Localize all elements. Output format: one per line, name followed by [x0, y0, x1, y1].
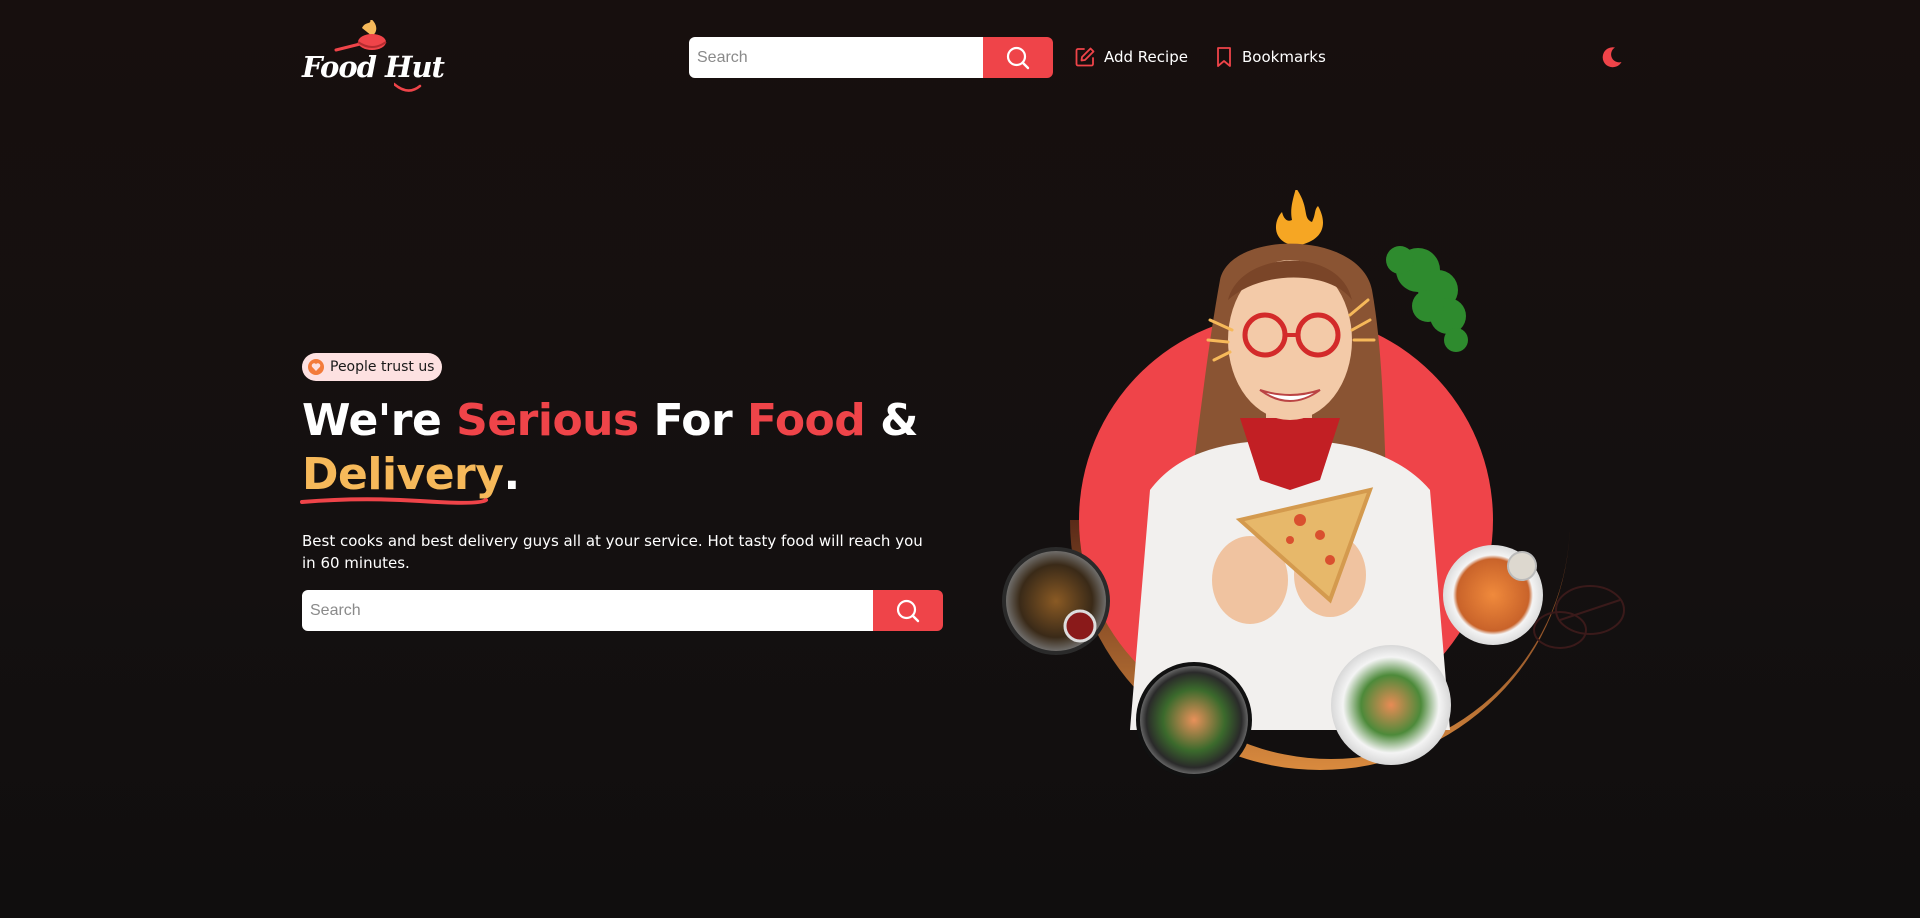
heart-shield-icon: [308, 359, 324, 375]
hero-search-bar: [302, 590, 943, 631]
moon-icon[interactable]: [1600, 45, 1624, 69]
food-hut-logo[interactable]: Food Hut: [302, 20, 445, 96]
trust-badge-label: People trust us: [330, 359, 435, 375]
search-icon: [1006, 46, 1030, 69]
headline-delivery-wrap: Delivery: [300, 448, 504, 505]
parsley-decor: [1386, 246, 1468, 352]
nav-bookmarks-label: Bookmarks: [1242, 48, 1326, 66]
headline-part-3: For: [638, 395, 748, 446]
logo-swoosh: [394, 82, 422, 92]
headline-food: Food: [747, 395, 866, 446]
headline-period: .: [503, 449, 520, 500]
trust-badge: People trust us: [302, 353, 443, 381]
hero-headline: We're Serious For Food & Delivery.: [300, 394, 922, 505]
header-search-input[interactable]: [689, 37, 983, 78]
headline-part-5: &: [865, 395, 918, 446]
bookmark-icon: [1217, 47, 1231, 67]
nav-add-recipe[interactable]: Add Recipe: [1074, 45, 1188, 69]
header-search-button[interactable]: [983, 37, 1053, 78]
edit-icon: [1075, 47, 1095, 67]
nav-bookmarks[interactable]: Bookmarks: [1214, 45, 1326, 69]
plate-salmon-salad: [1331, 645, 1451, 765]
flame-icon: [1276, 190, 1323, 246]
hero-illustration: [1002, 190, 1625, 778]
hero-search-button[interactable]: [873, 590, 943, 631]
headline-serious: Serious: [456, 395, 639, 446]
brush-underline: [300, 497, 488, 505]
search-icon: [896, 599, 920, 622]
plate-salmon-greens: [1136, 662, 1252, 778]
leaf-outline-decor: [1533, 585, 1625, 649]
nav-add-recipe-label: Add Recipe: [1104, 48, 1188, 66]
headline-part-1: We're: [302, 395, 457, 446]
plate-quinoa: [1002, 547, 1110, 655]
brand-name: Food Hut: [302, 50, 445, 84]
headline-delivery: Delivery: [302, 449, 504, 500]
hero-search-input[interactable]: [302, 590, 873, 631]
hero-description: Best cooks and best delivery guys all at…: [302, 532, 923, 572]
header-search-bar: [689, 37, 1053, 78]
